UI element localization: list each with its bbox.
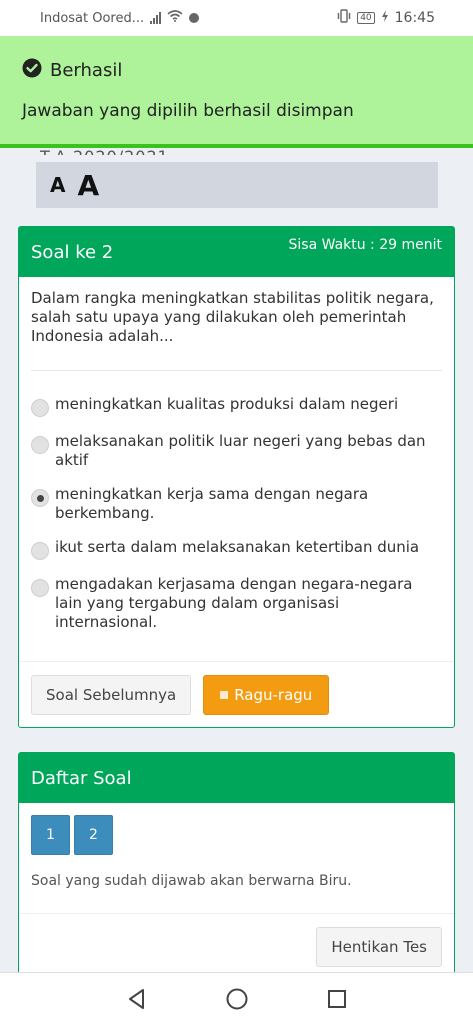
answer-option-5[interactable]: mengadakan kerjasama dengan negara-negar… [31, 575, 442, 632]
battery-icon: 40 [357, 12, 375, 24]
partial-header-text: T.A 2020/2021 [40, 147, 169, 155]
question-list-title: Daftar Soal [31, 767, 132, 789]
question-card: Soal ke 2 Sisa Waktu : 29 menit Dalam ra… [18, 226, 455, 728]
radio-button-selected[interactable] [31, 489, 49, 507]
android-nav-bar [0, 972, 473, 1024]
carrier-name: Indosat Oored... [40, 10, 145, 26]
notification-dot-icon [189, 13, 200, 23]
question-number-title: Soal ke 2 [31, 241, 114, 263]
divider [19, 913, 454, 914]
answered-hint: Soal yang sudah dijawab akan berwarna Bi… [31, 873, 352, 889]
stop-test-button[interactable]: Hentikan Tes [316, 927, 442, 967]
back-icon[interactable] [122, 984, 152, 1014]
status-right: 40 16:45 [337, 9, 435, 27]
radio-button[interactable] [31, 542, 49, 560]
question-card-header: Soal ke 2 Sisa Waktu : 29 menit [19, 227, 454, 277]
signal-icon [150, 12, 162, 24]
success-toast[interactable]: Berhasil Jawaban yang dipilih berhasil d… [0, 36, 473, 148]
radio-button[interactable] [31, 436, 49, 454]
radio-button[interactable] [31, 579, 49, 597]
question-number-grid: 1 2 [19, 803, 454, 855]
radio-button[interactable] [31, 399, 49, 417]
font-small-button[interactable]: A [50, 173, 65, 197]
time-remaining: Sisa Waktu : 29 menit [288, 237, 442, 253]
answer-options: meningkatkan kualitas produksi dalam neg… [19, 371, 454, 632]
answer-option-text: mengadakan kerjasama dengan negara-negar… [55, 575, 413, 631]
answer-option-4[interactable]: ikut serta dalam melaksanakan ketertiban… [31, 538, 442, 560]
answer-option-text: ikut serta dalam melaksanakan ketertiban… [55, 538, 420, 556]
charging-icon [381, 10, 389, 26]
question-list-card: Daftar Soal 1 2 Soal yang sudah dijawab … [18, 752, 455, 982]
question-card-footer: Soal Sebelumnya Ragu-ragu [19, 661, 454, 727]
answer-option-3[interactable]: meningkatkan kerja sama dengan negara be… [31, 485, 442, 523]
previous-question-button[interactable]: Soal Sebelumnya [31, 674, 192, 715]
status-bar: Indosat Oored... 40 16:45 [0, 0, 473, 36]
question-number-button[interactable]: 1 [31, 815, 70, 855]
doubt-button[interactable]: Ragu-ragu [203, 674, 330, 715]
answer-option-text: melaksanakan politik luar negeri yang be… [55, 432, 426, 469]
status-left: Indosat Oored... [40, 10, 200, 26]
recents-icon[interactable] [322, 984, 352, 1014]
font-large-button[interactable]: A [77, 169, 99, 202]
toast-title: Berhasil [50, 60, 123, 81]
square-icon [220, 690, 229, 699]
answer-option-text: meningkatkan kerja sama dengan negara be… [55, 485, 369, 522]
wifi-icon [167, 10, 183, 26]
answer-option-text: meningkatkan kualitas produksi dalam neg… [55, 395, 399, 413]
question-text: Dalam rangka meningkatkan stabilitas pol… [31, 289, 434, 345]
font-size-bar: A A [36, 162, 438, 208]
home-icon[interactable] [222, 984, 252, 1014]
question-list-header: Daftar Soal [19, 753, 454, 803]
answer-option-1[interactable]: meningkatkan kualitas produksi dalam neg… [31, 395, 442, 417]
question-number-button[interactable]: 2 [74, 815, 113, 855]
vibrate-icon [337, 9, 351, 27]
toast-message: Jawaban yang dipilih berhasil disimpan [22, 101, 354, 121]
clock: 16:45 [394, 10, 435, 26]
toast-title-row: Berhasil [22, 58, 451, 83]
answer-option-2[interactable]: melaksanakan politik luar negeri yang be… [31, 432, 442, 470]
doubt-button-label: Ragu-ragu [234, 685, 313, 704]
check-circle-icon [22, 58, 42, 83]
